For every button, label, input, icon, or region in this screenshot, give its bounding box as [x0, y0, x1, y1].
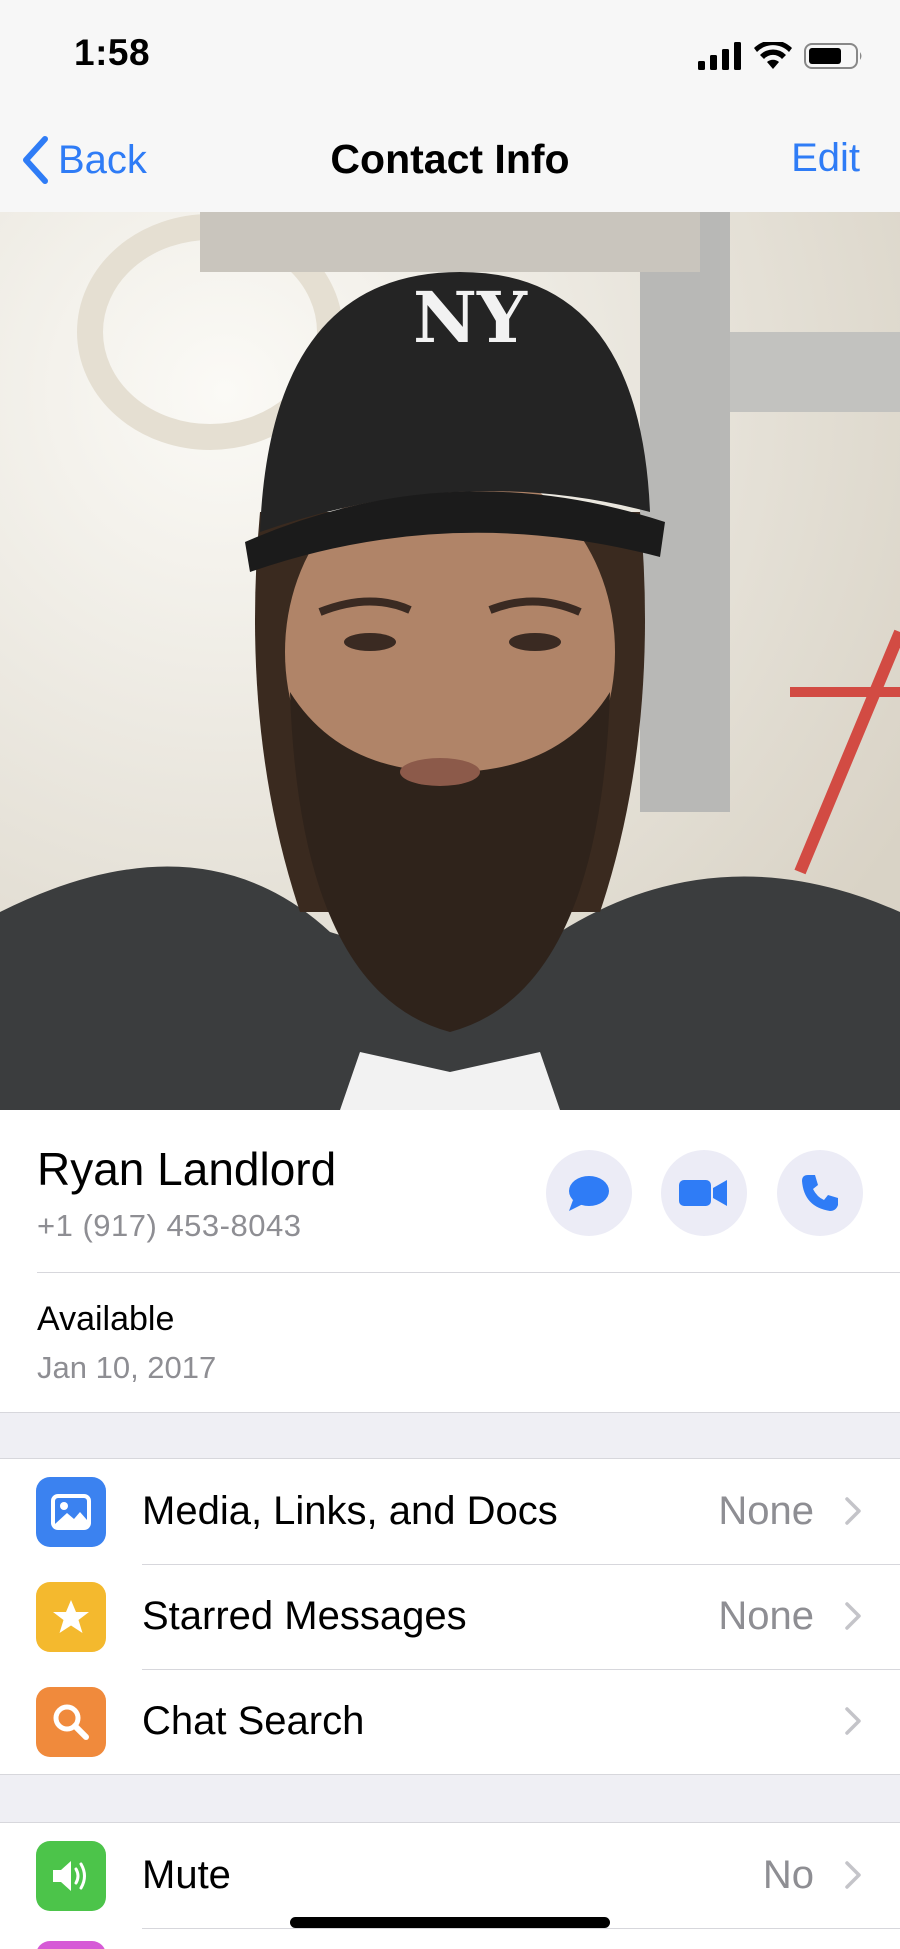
row-value: No: [762, 1853, 814, 1897]
edit-button[interactable]: Edit: [791, 136, 860, 181]
contact-name: Ryan Landlord: [37, 1143, 337, 1195]
mute-row[interactable]: Mute No: [0, 1823, 900, 1928]
star-icon: [36, 1582, 106, 1652]
row-label: Mute: [142, 1853, 231, 1897]
notification-settings-group: Mute No: [0, 1822, 900, 1949]
back-label: Back: [58, 137, 147, 182]
row-label: Chat Search: [142, 1699, 365, 1743]
contact-header: Ryan Landlord +1 (917) 453-8043 Availabl…: [0, 1110, 900, 1413]
navigation-bar: Back Contact Info Edit: [0, 110, 900, 213]
chevron-right-icon: [845, 1707, 861, 1735]
search-icon: [36, 1687, 106, 1757]
media-links-docs-row[interactable]: Media, Links, and Docs None: [0, 1459, 900, 1564]
status-icons: [698, 38, 864, 74]
battery-icon: [804, 43, 862, 69]
video-call-button[interactable]: [661, 1150, 747, 1236]
signal-icon: [698, 42, 741, 70]
chevron-left-icon: [23, 136, 48, 184]
row-value: None: [718, 1489, 814, 1533]
row-label: Media, Links, and Docs: [142, 1489, 558, 1533]
photo-icon: [36, 1477, 106, 1547]
status-time: 1:58: [74, 32, 151, 73]
about-status: Available: [37, 1300, 175, 1338]
chevron-right-icon: [845, 1861, 861, 1889]
about-date: Jan 10, 2017: [37, 1350, 217, 1385]
video-call-icon: [679, 1180, 727, 1206]
message-button[interactable]: [546, 1150, 632, 1236]
home-indicator[interactable]: [290, 1917, 610, 1928]
speaker-icon: [36, 1841, 106, 1911]
next-row-partial[interactable]: [0, 1928, 900, 1949]
svg-text:NY: NY: [413, 276, 528, 359]
phone-call-icon: [802, 1175, 838, 1211]
chevron-right-icon: [845, 1497, 861, 1525]
message-icon: [569, 1176, 609, 1211]
divider: [37, 1272, 900, 1273]
chat-search-row[interactable]: Chat Search: [0, 1669, 900, 1774]
profile-photo-image: NY: [0, 212, 900, 1110]
media-settings-group: Media, Links, and Docs None Starred Mess…: [0, 1458, 900, 1775]
phone-call-button[interactable]: [777, 1150, 863, 1236]
row-label: Starred Messages: [142, 1594, 467, 1638]
back-button[interactable]: Back: [20, 132, 147, 188]
starred-messages-row[interactable]: Starred Messages None: [0, 1564, 900, 1669]
wifi-icon: [754, 42, 792, 69]
contact-phone[interactable]: +1 (917) 453-8043: [37, 1208, 301, 1244]
row-value: None: [718, 1594, 814, 1638]
status-bar: 1:58: [0, 0, 900, 110]
chevron-right-icon: [845, 1602, 861, 1630]
profile-photo[interactable]: NY: [0, 212, 900, 1110]
